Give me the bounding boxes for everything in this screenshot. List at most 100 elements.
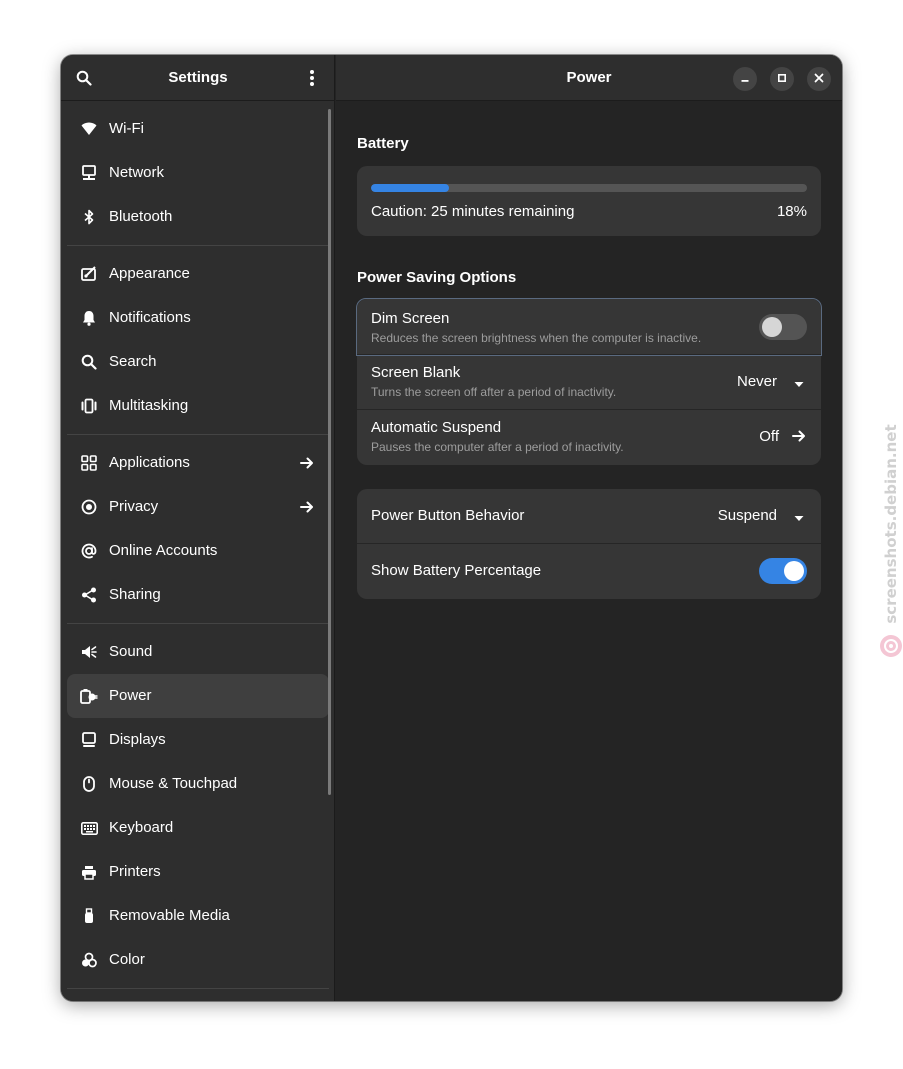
sidebar-item-mouse-touchpad[interactable]: Mouse & Touchpad [67,762,329,806]
battery-section-title: Battery [357,135,409,152]
sidebar: Settings Wi-Fi Network Bluetooth Appeara [61,55,335,1001]
battery-status: Caution: 25 minutes remaining [371,203,575,220]
sidebar-item-displays[interactable]: Displays [67,718,329,762]
sidebar-item-label: Applications [109,454,190,471]
bluetooth-icon [79,207,99,227]
appearance-icon [79,264,99,284]
sidebar-scrollbar[interactable] [328,109,331,795]
battery-level-fill [371,184,450,192]
watermark: screenshots.debian.net [877,420,903,660]
at-sign-icon [79,541,99,561]
sidebar-item-notifications[interactable]: Notifications [67,296,329,340]
maximize-icon [777,70,787,88]
sidebar-item-sharing[interactable]: Sharing [67,573,329,617]
applications-icon [79,453,99,473]
settings-window: Settings Wi-Fi Network Bluetooth Appeara [61,55,842,1001]
sidebar-item-wifi[interactable]: Wi-Fi [67,107,329,151]
sidebar-item-bluetooth[interactable]: Bluetooth [67,195,329,239]
dim-screen-switch[interactable] [759,314,807,340]
switch-knob [762,317,782,337]
sidebar-item-label: Online Accounts [109,542,218,559]
show-battery-percentage-title: Show Battery Percentage [371,562,542,579]
sidebar-item-appearance[interactable]: Appearance [67,252,329,296]
sidebar-item-label: Keyboard [109,819,174,836]
automatic-suspend-value: Off [759,428,779,445]
power-saving-card: Dim Screen Reduces the screen brightness… [357,299,821,465]
sidebar-item-sound[interactable]: Sound [67,630,329,674]
sidebar-item-label: Notifications [109,309,191,326]
battery-percent: 18% [776,203,807,220]
sidebar-item-label: Bluetooth [109,208,173,225]
sidebar-item-power[interactable]: Power [67,674,329,718]
dropdown-arrow-icon[interactable] [793,376,805,394]
arrow-right-icon [297,453,317,473]
color-icon [79,950,99,970]
show-battery-percentage-switch[interactable] [759,558,807,584]
power-saving-section-title: Power Saving Options [357,269,517,286]
bell-icon [79,308,99,328]
screen-blank-subtitle: Turns the screen off after a period of i… [371,385,617,399]
minimize-button[interactable] [733,67,757,91]
sidebar-item-multitasking[interactable]: Multitasking [67,384,329,428]
screen-blank-row[interactable]: Screen Blank Turns the screen off after … [357,355,821,409]
arrow-right-icon [297,497,317,517]
sidebar-separator [67,982,329,995]
multitasking-icon [79,396,99,416]
dim-screen-row[interactable]: Dim Screen Reduces the screen brightness… [357,299,821,354]
sidebar-item-label: Sharing [109,586,161,603]
automatic-suspend-subtitle: Pauses the computer after a period of in… [371,440,624,454]
main-menu-icon[interactable] [301,67,323,89]
wifi-icon [79,119,99,139]
sidebar-item-privacy[interactable]: Privacy [67,485,329,529]
sidebar-item-online-accounts[interactable]: Online Accounts [67,529,329,573]
show-battery-percentage-row[interactable]: Show Battery Percentage [357,544,821,599]
power-general-card: Power Button Behavior Suspend Show Batte… [357,489,821,599]
privacy-icon [79,497,99,517]
switch-knob [784,561,804,581]
sidebar-item-search[interactable]: Search [67,340,329,384]
printer-icon [79,862,99,882]
sidebar-item-label: Wi-Fi [109,120,144,137]
sidebar-item-keyboard[interactable]: Keyboard [67,806,329,850]
sidebar-item-label: Search [109,353,157,370]
sidebar-item-label: Appearance [109,265,190,282]
close-button[interactable] [807,67,831,91]
usb-icon [79,906,99,926]
screen-blank-value[interactable]: Never [737,373,777,390]
power-button-behavior-title: Power Button Behavior [371,507,525,524]
sidebar-separator [67,428,329,441]
maximize-button[interactable] [770,67,794,91]
sidebar-item-printers[interactable]: Printers [67,850,329,894]
sidebar-separator [67,239,329,252]
sidebar-item-label: Color [109,951,145,968]
network-icon [79,163,99,183]
dim-screen-title: Dim Screen [371,310,450,327]
share-icon [79,585,99,605]
sidebar-list: Wi-Fi Network Bluetooth Appearance Notif… [67,107,329,995]
watermark-logo-icon [879,634,903,663]
sidebar-header: Settings [61,55,335,101]
sidebar-item-label: Sound [109,643,153,660]
power-button-behavior-row[interactable]: Power Button Behavior Suspend [357,489,821,543]
sidebar-item-label: Privacy [109,498,159,515]
sidebar-item-network[interactable]: Network [67,151,329,195]
dropdown-arrow-icon[interactable] [793,510,805,528]
sidebar-item-removable-media[interactable]: Removable Media [67,894,329,938]
sidebar-item-color[interactable]: Color [67,938,329,982]
arrow-right-icon[interactable] [792,429,806,448]
sidebar-item-label: Printers [109,863,161,880]
automatic-suspend-row[interactable]: Automatic Suspend Pauses the computer af… [357,410,821,465]
dim-screen-subtitle: Reduces the screen brightness when the c… [371,331,702,345]
battery-card: Caution: 25 minutes remaining 18% [357,166,821,236]
sidebar-item-label: Displays [109,731,166,748]
speaker-icon [79,642,99,662]
sidebar-item-label: Mouse & Touchpad [109,775,238,792]
automatic-suspend-title: Automatic Suspend [371,419,502,436]
watermark-text: screenshots.debian.net [882,424,900,624]
power-plug-icon [79,686,99,706]
display-icon [79,730,99,750]
sidebar-separator [67,617,329,630]
sidebar-item-applications[interactable]: Applications [67,441,329,485]
battery-level-bar [371,184,807,192]
power-button-behavior-value[interactable]: Suspend [718,507,777,524]
